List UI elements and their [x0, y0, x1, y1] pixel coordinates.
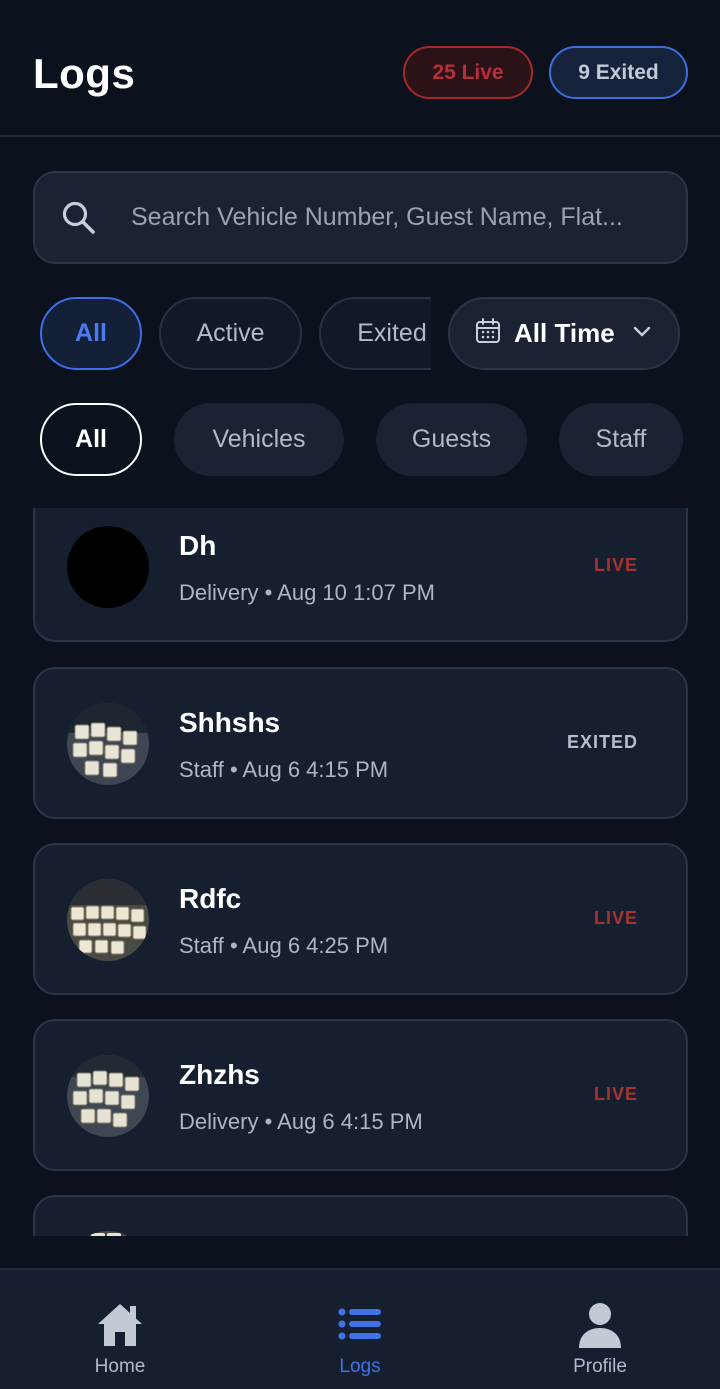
filter-type-vehicles[interactable]: Vehicles [174, 403, 344, 476]
log-card-partial[interactable] [33, 1195, 688, 1236]
nav-profile[interactable]: Profile [480, 1270, 720, 1389]
nav-home[interactable]: Home [0, 1270, 240, 1389]
log-name: Rdfc [179, 883, 242, 914]
status-badge: LIVE [593, 555, 638, 575]
log-card[interactable]: Dh Delivery • Aug 10 1:07 PM LIVE [33, 508, 688, 642]
filter-status-exited-clip: Exited [319, 297, 431, 370]
search-bar[interactable] [33, 171, 688, 264]
time-filter-dropdown[interactable]: All Time [448, 297, 680, 370]
home-icon [0, 1300, 240, 1348]
logs-screen: Logs 25 Live 9 Exited All Active Exited [0, 0, 720, 1389]
nav-logs[interactable]: Logs [240, 1270, 480, 1389]
log-card[interactable]: Rdfc Staff • Aug 6 4:25 PM LIVE [33, 843, 688, 995]
list-icon [240, 1300, 480, 1348]
nav-profile-label: Profile [573, 1356, 627, 1377]
nav-home-label: Home [94, 1356, 146, 1377]
status-badge: LIVE [593, 908, 638, 928]
log-card[interactable]: Shhshs Staff • Aug 6 4:15 PM EXITED [33, 667, 688, 819]
log-meta: Staff • Aug 6 4:15 PM [179, 757, 389, 782]
status-badge: LIVE [593, 1084, 638, 1104]
bottom-nav: Home Logs Profile [0, 1268, 720, 1389]
log-name: Zhzhs [179, 1059, 260, 1090]
chevron-down-icon [631, 320, 653, 347]
filter-type-all[interactable]: All [40, 403, 142, 476]
log-meta: Delivery • Aug 10 1:07 PM [179, 580, 435, 605]
search-input[interactable] [131, 173, 671, 262]
filter-type-guests[interactable]: Guests [376, 403, 527, 476]
time-filter-label: All Time [514, 318, 615, 348]
log-card[interactable]: Zhzhs Delivery • Aug 6 4:15 PM LIVE [33, 1019, 688, 1171]
avatar [67, 526, 149, 608]
nav-logs-label: Logs [339, 1356, 381, 1377]
avatar [67, 1231, 149, 1236]
filter-type-staff[interactable]: Staff [559, 403, 683, 476]
log-name: Shhshs [179, 707, 281, 738]
log-meta: Staff • Aug 6 4:25 PM [179, 933, 389, 958]
filter-status-all[interactable]: All [40, 297, 142, 370]
user-icon [480, 1300, 720, 1348]
status-badge: EXITED [566, 732, 638, 752]
page-title: Logs [33, 50, 136, 97]
log-meta: Delivery • Aug 6 4:15 PM [179, 1109, 423, 1134]
live-count-badge[interactable]: 25 Live [403, 46, 533, 99]
search-icon [61, 200, 97, 241]
calendar-icon [474, 317, 502, 350]
exited-count-badge[interactable]: 9 Exited [549, 46, 688, 99]
filter-status-active[interactable]: Active [159, 297, 302, 370]
avatar [67, 703, 149, 785]
avatar [67, 879, 149, 961]
filter-status-exited[interactable]: Exited [319, 297, 431, 370]
header: Logs 25 Live 9 Exited [0, 0, 720, 137]
log-list[interactable]: Dh Delivery • Aug 10 1:07 PM LIVE Shhshs… [0, 508, 720, 1236]
log-name: Dh [179, 530, 217, 561]
avatar [67, 1055, 149, 1137]
